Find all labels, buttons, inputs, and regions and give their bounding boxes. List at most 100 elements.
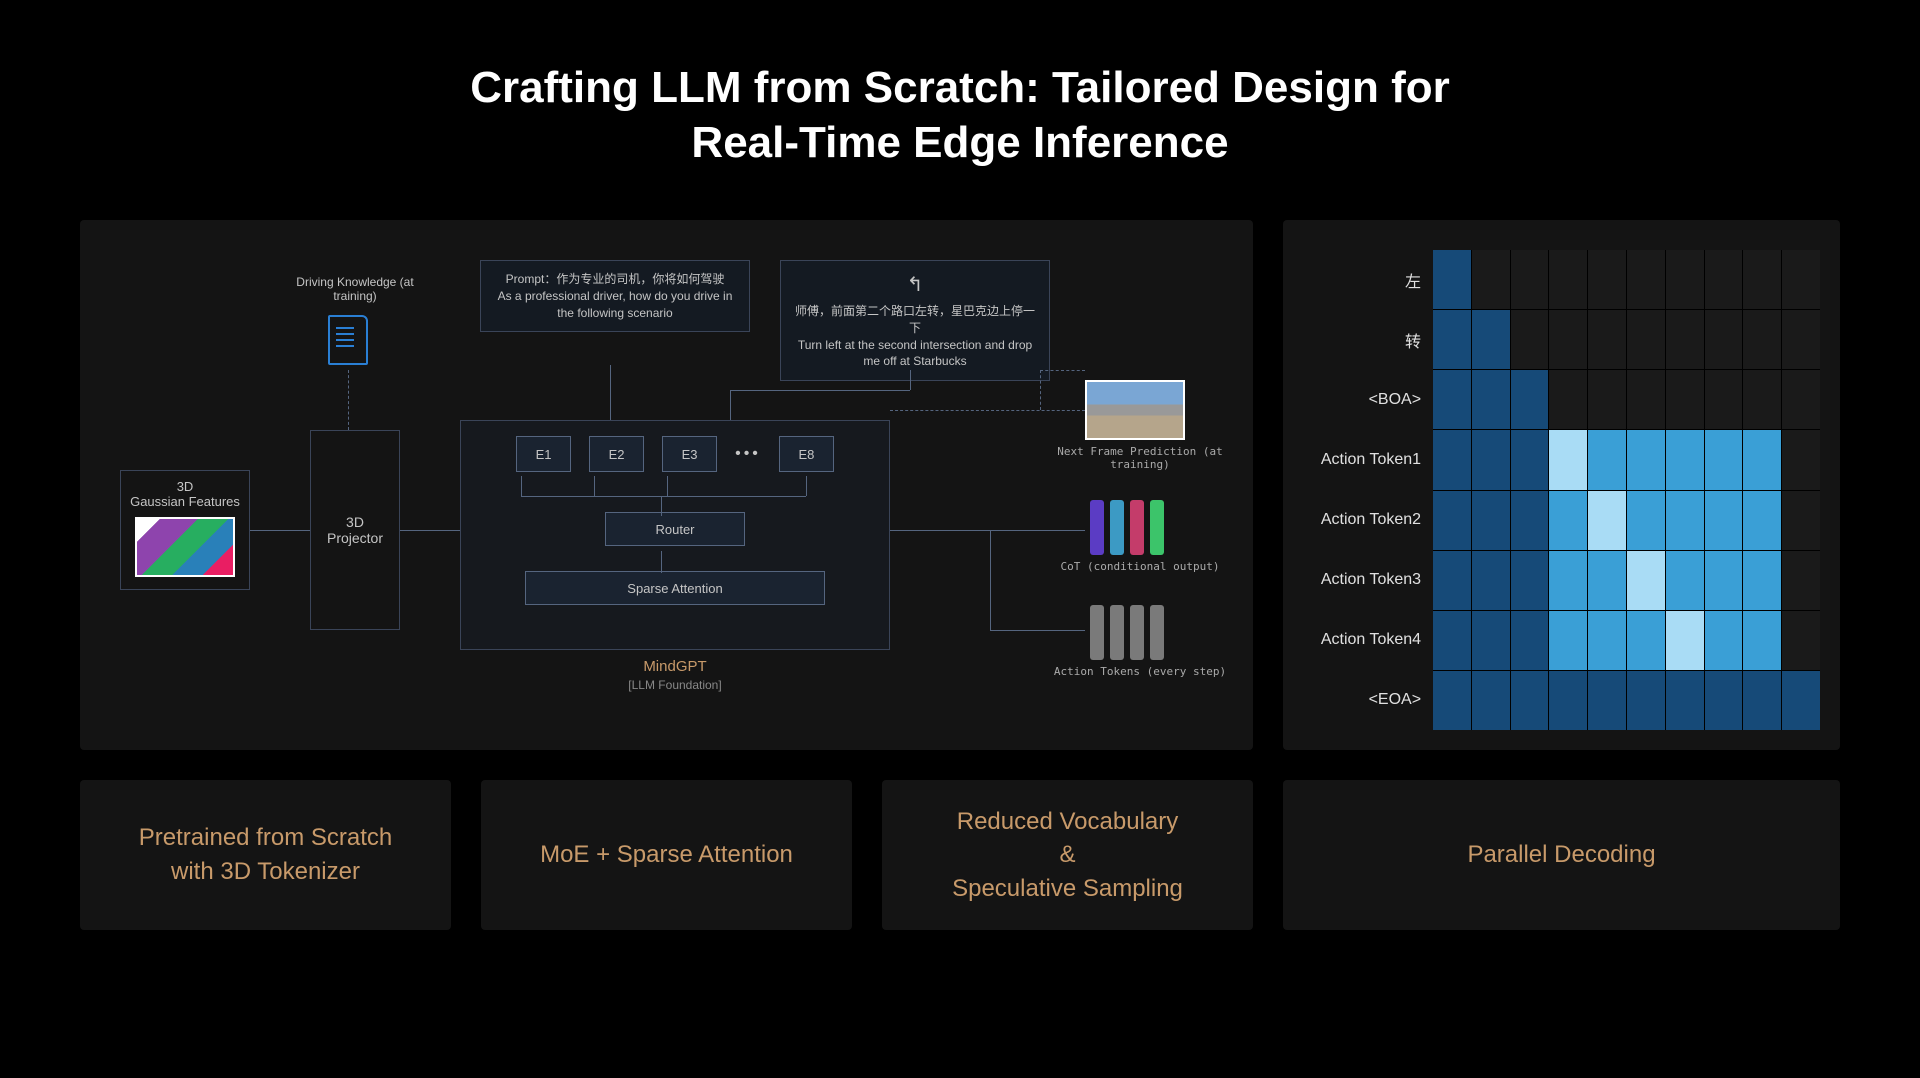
expert-e8: E8 [779,436,834,472]
matrix-cell [1588,491,1626,550]
matrix-cell [1627,370,1665,429]
matrix-cell [1627,430,1665,489]
matrix-cell [1588,671,1626,730]
matrix-cell [1627,611,1665,670]
matrix-cell [1549,250,1587,309]
projector-box: 3D Projector [310,430,400,630]
matrix-cell [1666,671,1704,730]
matrix-cell [1743,430,1781,489]
connector-projector [400,530,460,531]
matrix-cell [1588,310,1626,369]
matrix-cell [1588,551,1626,610]
expert-e1: E1 [516,436,571,472]
matrix-cell [1472,671,1510,730]
mindgpt-sublabel: [LLM Foundation] [460,678,890,692]
architecture-panel: Driving Knowledge (at training) 3D Gauss… [80,220,1253,750]
matrix-cell [1782,491,1820,550]
matrix-cell [1666,551,1704,610]
matrix-cell [1549,611,1587,670]
matrix-cell [1588,611,1626,670]
connector-out2 [990,530,991,630]
matrix-cell [1743,370,1781,429]
matrix-cell [1743,671,1781,730]
prompt-box-1: Prompt：作为专业的司机，你将如何驾驶 As a professional … [480,260,750,332]
prompt-box-2: ↰ 师傅，前面第二个路口左转，星巴克边上停一下 Turn left at the… [780,260,1050,381]
matrix-cell [1511,551,1549,610]
matrix-cell [1549,551,1587,610]
matrix-cell [1666,491,1704,550]
sparse-attention-box: Sparse Attention [525,571,825,605]
matrix-cell [1433,370,1471,429]
action-label: Action Tokens (every step) [1040,665,1240,678]
connector-out1 [890,530,990,531]
action-bars [1090,605,1164,660]
matrix-cell [1549,430,1587,489]
expert-e3: E3 [662,436,717,472]
gaussian-features-box: 3D Gaussian Features [120,470,250,590]
matrix-cell [1782,430,1820,489]
matrix-cell [1549,370,1587,429]
mindgpt-label: MindGPT [460,658,890,675]
matrix-cell [1588,250,1626,309]
card-3d-tokenizer: Pretrained from Scratch with 3D Tokenize… [80,780,451,930]
attention-matrix [1433,250,1820,730]
matrix-cell [1782,310,1820,369]
matrix-cell [1705,370,1743,429]
connector-prompt2b [730,390,910,391]
matrix-cell [1549,310,1587,369]
matrix-cell [1472,250,1510,309]
matrix-cell [1666,250,1704,309]
connector-prompt2a [910,370,911,390]
matrix-cell [1743,250,1781,309]
matrix-cell [1433,551,1471,610]
next-frame-label: Next Frame Prediction (at training) [1040,445,1240,471]
ellipsis-icon: ••• [735,445,761,463]
next-frame-image [1085,380,1185,440]
connector-prompt2c [730,390,731,420]
document-icon [328,315,368,365]
matrix-cell [1627,671,1665,730]
router-box: Router [605,512,745,546]
matrix-cell [1511,370,1549,429]
matrix-cell [1472,430,1510,489]
matrix-cell [1743,310,1781,369]
matrix-cell [1705,611,1743,670]
matrix-cell [1782,370,1820,429]
matrix-cell [1433,671,1471,730]
card-moe: MoE + Sparse Attention [481,780,852,930]
card-vocab: Reduced Vocabulary & Speculative Samplin… [882,780,1253,930]
matrix-cell [1511,250,1549,309]
matrix-cell [1511,430,1549,489]
matrix-row-labels: 左 转 <BOA> Action Token1 Action Token2 Ac… [1303,250,1433,730]
connector-gauss [250,530,310,531]
matrix-cell [1627,250,1665,309]
matrix-cell [1705,671,1743,730]
matrix-cell [1743,611,1781,670]
matrix-cell [1666,430,1704,489]
matrix-cell [1588,370,1626,429]
matrix-cell [1782,611,1820,670]
matrix-cell [1472,491,1510,550]
connector-out-action [990,630,1085,631]
mindgpt-box: E1 E2 E3 ••• E8 Router Sparse Attention [460,420,890,650]
cot-label: CoT (conditional output) [1040,560,1240,573]
connector-out-cot [990,530,1085,531]
matrix-cell [1433,250,1471,309]
expert-e2: E2 [589,436,644,472]
matrix-cell [1705,430,1743,489]
matrix-cell [1743,551,1781,610]
matrix-cell [1433,611,1471,670]
doc-label: Driving Knowledge (at training) [280,275,430,303]
connector-frame [890,410,1085,411]
matrix-cell [1627,491,1665,550]
matrix-cell [1627,310,1665,369]
matrix-cell [1743,491,1781,550]
matrix-cell [1472,551,1510,610]
matrix-cell [1511,310,1549,369]
matrix-cell [1511,671,1549,730]
matrix-cell [1433,310,1471,369]
matrix-cell [1666,611,1704,670]
matrix-cell [1705,491,1743,550]
matrix-cell [1511,611,1549,670]
matrix-cell [1472,310,1510,369]
